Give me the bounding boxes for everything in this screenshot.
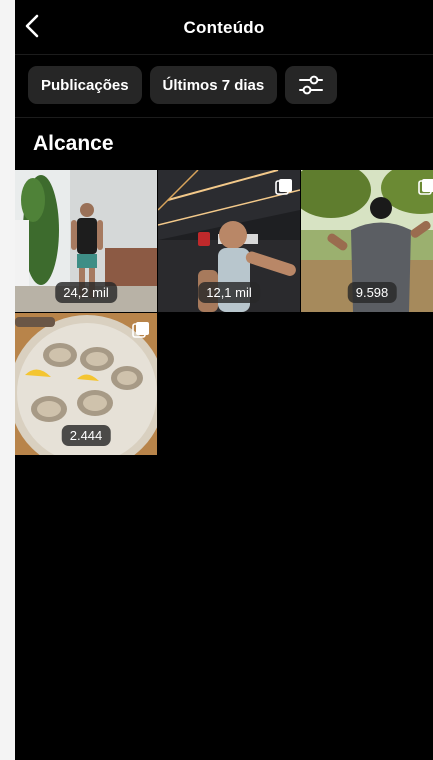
reach-badge: 2.444 — [61, 425, 111, 446]
filter-divider — [15, 117, 433, 118]
filter-bar: Publicações Últimos 7 dias — [28, 66, 338, 104]
reach-badge: 24,2 mil — [55, 282, 117, 303]
post-thumbnail[interactable]: 9.598 — [301, 170, 433, 312]
sliders-icon — [299, 75, 324, 95]
multiple-images-icon — [275, 179, 292, 195]
content-type-filter[interactable]: Publicações — [28, 66, 142, 104]
post-thumbnail[interactable]: 12,1 mil — [158, 170, 300, 312]
header: Conteúdo — [15, 0, 433, 54]
header-divider — [15, 54, 433, 55]
period-filter[interactable]: Últimos 7 dias — [149, 66, 278, 104]
filter-settings-button[interactable] — [285, 66, 338, 104]
reach-badge: 12,1 mil — [198, 282, 260, 303]
multiple-images-icon — [132, 322, 149, 338]
screen: Conteúdo Publicações Últimos 7 dias Alca… — [15, 0, 433, 760]
section-title: Alcance — [33, 132, 114, 155]
post-thumbnail[interactable]: 24,2 mil — [15, 170, 157, 312]
reach-badge: 9.598 — [347, 282, 397, 303]
post-thumbnail[interactable]: 2.444 — [15, 313, 157, 455]
page-title: Conteúdo — [183, 18, 265, 37]
multiple-images-icon — [418, 179, 433, 195]
